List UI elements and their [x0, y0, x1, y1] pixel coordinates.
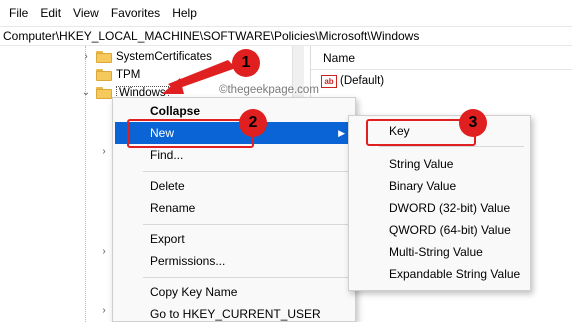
- tree-item-label: TPM: [116, 68, 141, 81]
- submenu-item-binary-value[interactable]: Binary Value: [351, 175, 529, 197]
- folder-icon: [96, 50, 112, 63]
- chevron-down-icon[interactable]: ⌄: [80, 87, 92, 98]
- tree-expander[interactable]: ›: [98, 301, 110, 320]
- step-badge-3: 3: [459, 109, 487, 137]
- submenu-item-string-value[interactable]: String Value: [351, 153, 529, 175]
- menu-edit[interactable]: Edit: [34, 6, 67, 20]
- menu-item-goto-hkcu[interactable]: Go to HKEY_CURRENT_USER: [115, 303, 353, 322]
- submenu-item-multi-string-value[interactable]: Multi-String Value: [351, 241, 529, 263]
- value-name: (Default): [340, 75, 385, 87]
- menu-item-copy-key-name[interactable]: Copy Key Name: [115, 281, 353, 303]
- menu-item-rename[interactable]: Rename: [115, 197, 353, 219]
- menu-item-export[interactable]: Export: [115, 228, 353, 250]
- tree-expander[interactable]: ›: [98, 142, 110, 161]
- chevron-right-icon[interactable]: ›: [98, 146, 110, 157]
- address-bar[interactable]: Computer\HKEY_LOCAL_MACHINE\SOFTWARE\Pol…: [0, 26, 572, 46]
- step-badge-1: 1: [232, 49, 260, 77]
- value-row-default[interactable]: ab (Default): [321, 72, 384, 90]
- submenu-item-dword-value[interactable]: DWORD (32-bit) Value: [351, 197, 529, 219]
- chevron-right-icon[interactable]: ›: [80, 51, 92, 62]
- folder-open-icon: [96, 86, 112, 99]
- highlight-box-new: [127, 119, 254, 148]
- tree-expander[interactable]: ›: [98, 242, 110, 261]
- string-value-icon: ab: [321, 74, 337, 88]
- menu-separator: [143, 224, 348, 225]
- step-badge-2: 2: [239, 109, 267, 137]
- submenu-item-qword-value[interactable]: QWORD (64-bit) Value: [351, 219, 529, 241]
- column-header-name[interactable]: Name: [311, 46, 572, 70]
- chevron-right-icon[interactable]: ›: [98, 246, 110, 257]
- menu-bar: File Edit View Favorites Help: [0, 0, 572, 26]
- menu-separator: [143, 171, 348, 172]
- tree-item-tpm[interactable]: TPM: [80, 65, 140, 84]
- menu-separator: [143, 277, 348, 278]
- menu-item-permissions[interactable]: Permissions...: [115, 250, 353, 272]
- submenu-arrow-icon: ▶: [338, 128, 345, 138]
- menu-file[interactable]: File: [3, 6, 34, 20]
- menu-help[interactable]: Help: [166, 6, 203, 20]
- menu-item-delete[interactable]: Delete: [115, 175, 353, 197]
- menu-favorites[interactable]: Favorites: [105, 6, 166, 20]
- menu-separator: [379, 146, 524, 147]
- folder-icon: [96, 68, 112, 81]
- submenu-item-expandable-string-value[interactable]: Expandable String Value: [351, 263, 529, 285]
- menu-view[interactable]: View: [67, 6, 105, 20]
- chevron-right-icon[interactable]: ›: [98, 305, 110, 316]
